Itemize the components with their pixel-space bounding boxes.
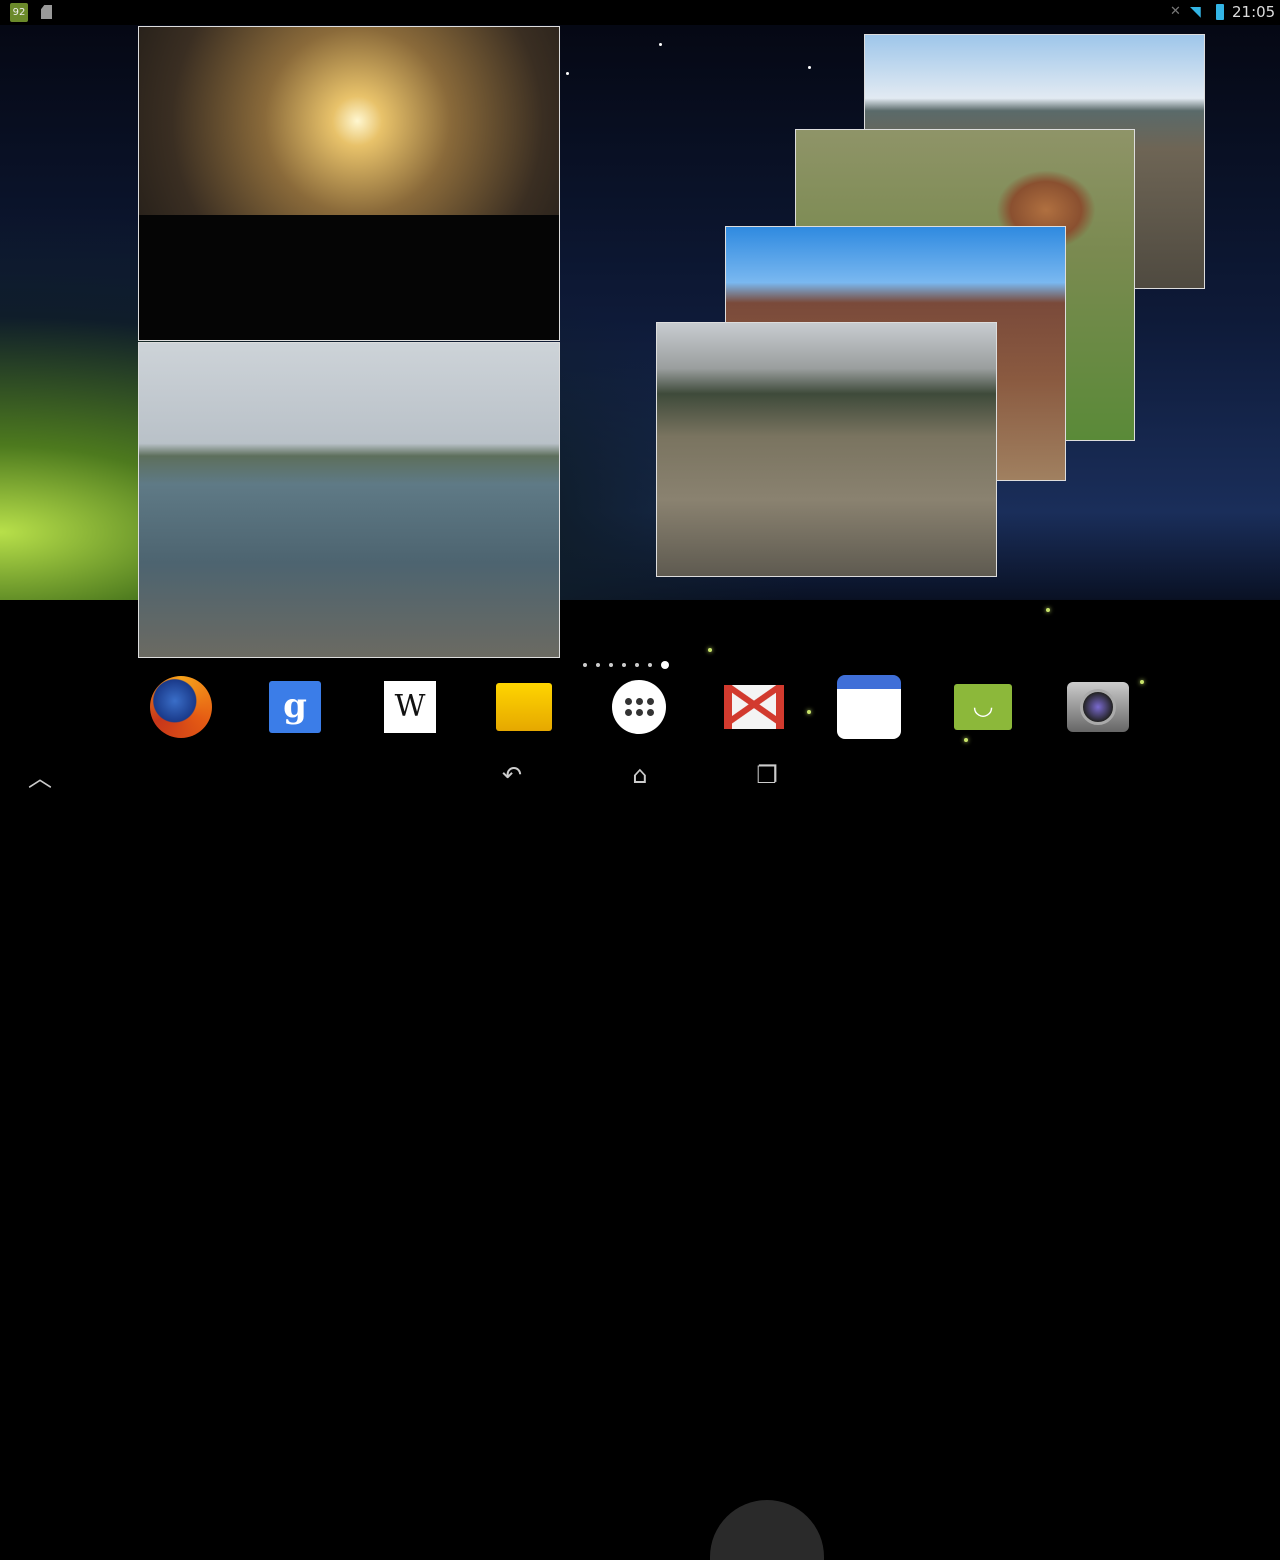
firefox-app[interactable] [149, 675, 213, 739]
sd-card-icon [41, 5, 52, 19]
clock: 21:05 [1232, 3, 1276, 21]
up-chevron-icon[interactable]: ︿ [20, 750, 60, 800]
firefly [1046, 608, 1050, 612]
firefly [1140, 680, 1144, 684]
photo-waterfall[interactable] [656, 322, 997, 577]
all-apps-button[interactable] [607, 675, 671, 739]
wifi-icon: ◥ [1190, 4, 1201, 20]
recents-button[interactable]: ❐ [745, 750, 789, 800]
back-button[interactable]: ↶ [490, 750, 534, 800]
home-button[interactable]: ⌂ [618, 750, 662, 800]
firefly [807, 710, 811, 714]
app-drawer-icon [612, 680, 666, 734]
calendar-app[interactable] [837, 675, 901, 739]
file-manager-app[interactable] [492, 675, 556, 739]
messaging-app[interactable]: ◡ [951, 675, 1015, 739]
page-indicator [583, 661, 669, 669]
calendar-icon [837, 675, 901, 739]
firefly [708, 648, 712, 652]
gmail-app[interactable] [722, 675, 786, 739]
battery-level: 92 [12, 7, 26, 18]
status-bar: 92 ✕ ◥ 21:05 [0, 0, 1280, 25]
mute-icon: ✕ [1170, 4, 1181, 19]
gmail-icon [724, 685, 784, 729]
camera-icon [1067, 682, 1129, 732]
camera-app[interactable] [1066, 675, 1130, 739]
google-app[interactable]: g [263, 675, 327, 739]
star [566, 72, 569, 75]
firefox-icon [150, 676, 212, 738]
photo-sunset-lamp-post[interactable] [138, 26, 560, 341]
folder-icon [496, 683, 552, 731]
wikipedia-icon: W [384, 681, 436, 733]
navigation-bar: ︿ ↶ ⌂ ❐ [0, 750, 1280, 1560]
messaging-icon: ◡ [954, 684, 1012, 730]
wikipedia-app[interactable]: W [378, 675, 442, 739]
photo-coastal-island[interactable] [138, 342, 560, 658]
star [808, 66, 811, 69]
battery-icon [1216, 4, 1224, 20]
star [659, 43, 662, 46]
battery-icon: 92 [10, 3, 28, 22]
google-icon: g [269, 681, 321, 733]
